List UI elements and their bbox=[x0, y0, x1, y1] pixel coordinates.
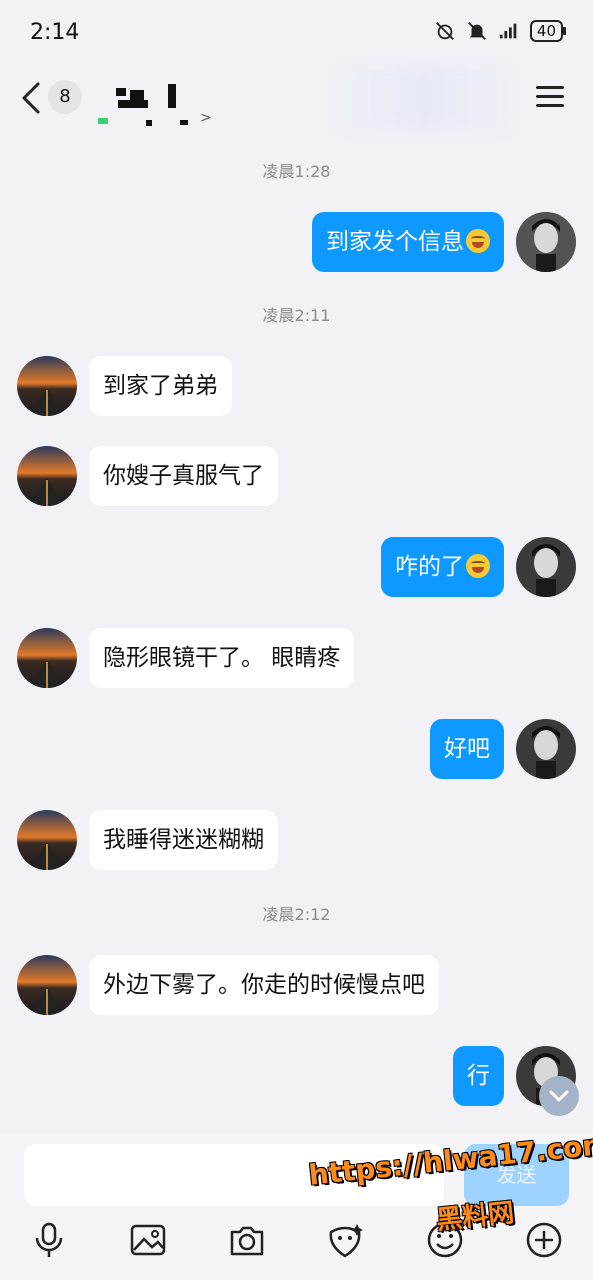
message-bubble-incoming[interactable]: 我睡得迷迷糊糊 bbox=[89, 810, 278, 870]
avatar-contact[interactable] bbox=[17, 356, 77, 416]
status-icons: 40 bbox=[434, 20, 567, 42]
menu-icon[interactable] bbox=[536, 86, 564, 110]
message-bubble-outgoing[interactable]: 行 bbox=[453, 1046, 504, 1106]
message-bubble-incoming[interactable]: 隐形眼镜干了。 眼睛疼 bbox=[89, 628, 355, 688]
status-time: 2:14 bbox=[30, 20, 80, 45]
message-bubble-outgoing[interactable]: 到家发个信息 bbox=[312, 212, 504, 272]
microphone-icon[interactable] bbox=[29, 1220, 69, 1260]
battery-indicator: 40 bbox=[529, 20, 567, 42]
unread-count-badge[interactable]: 8 bbox=[48, 80, 82, 114]
timestamp: 凌晨2:11 bbox=[262, 306, 331, 325]
laughing-emoji-icon bbox=[466, 229, 490, 253]
avatar-self[interactable] bbox=[516, 719, 576, 779]
avatar-self[interactable] bbox=[516, 537, 576, 597]
message-bubble-incoming[interactable]: 外边下雾了。你走的时候慢点吧 bbox=[89, 955, 439, 1015]
avatar-contact[interactable] bbox=[17, 955, 77, 1015]
camera-icon[interactable] bbox=[227, 1220, 267, 1260]
plus-icon[interactable] bbox=[524, 1220, 564, 1260]
avatar-contact[interactable] bbox=[17, 628, 77, 688]
timestamp: 凌晨2:12 bbox=[262, 905, 331, 924]
avatar-self[interactable] bbox=[516, 212, 576, 272]
chevron-down-icon bbox=[549, 1090, 569, 1102]
contact-name-redacted[interactable] bbox=[96, 76, 216, 126]
signal-icon bbox=[499, 23, 517, 39]
bell-muted-icon bbox=[468, 22, 486, 40]
blurred-area bbox=[340, 66, 510, 130]
status-bar: 2:14 40 bbox=[0, 0, 593, 66]
message-bubble-incoming[interactable]: 你嫂子真服气了 bbox=[89, 446, 278, 506]
avatar-contact[interactable] bbox=[17, 810, 77, 870]
laughing-emoji-icon bbox=[466, 554, 490, 578]
sticker-icon[interactable] bbox=[325, 1220, 365, 1260]
message-bubble-outgoing[interactable]: 咋的了 bbox=[381, 537, 504, 597]
chevron-right-icon[interactable]: > bbox=[200, 110, 212, 126]
chat-header: 8 > bbox=[0, 66, 593, 138]
message-bubble-incoming[interactable]: 到家了弟弟 bbox=[89, 356, 232, 416]
avatar-contact[interactable] bbox=[17, 446, 77, 506]
message-list[interactable]: 凌晨1:28 到家发个信息 凌晨2:11 到家了弟弟 你嫂子真服气了 咋的了 隐… bbox=[0, 138, 593, 1134]
alarm-off-icon bbox=[436, 22, 454, 40]
back-arrow-icon[interactable] bbox=[18, 80, 48, 116]
image-icon[interactable] bbox=[128, 1220, 168, 1260]
timestamp: 凌晨1:28 bbox=[262, 162, 331, 181]
message-bubble-outgoing[interactable]: 好吧 bbox=[430, 719, 504, 779]
scroll-to-bottom-button[interactable] bbox=[539, 1076, 579, 1116]
